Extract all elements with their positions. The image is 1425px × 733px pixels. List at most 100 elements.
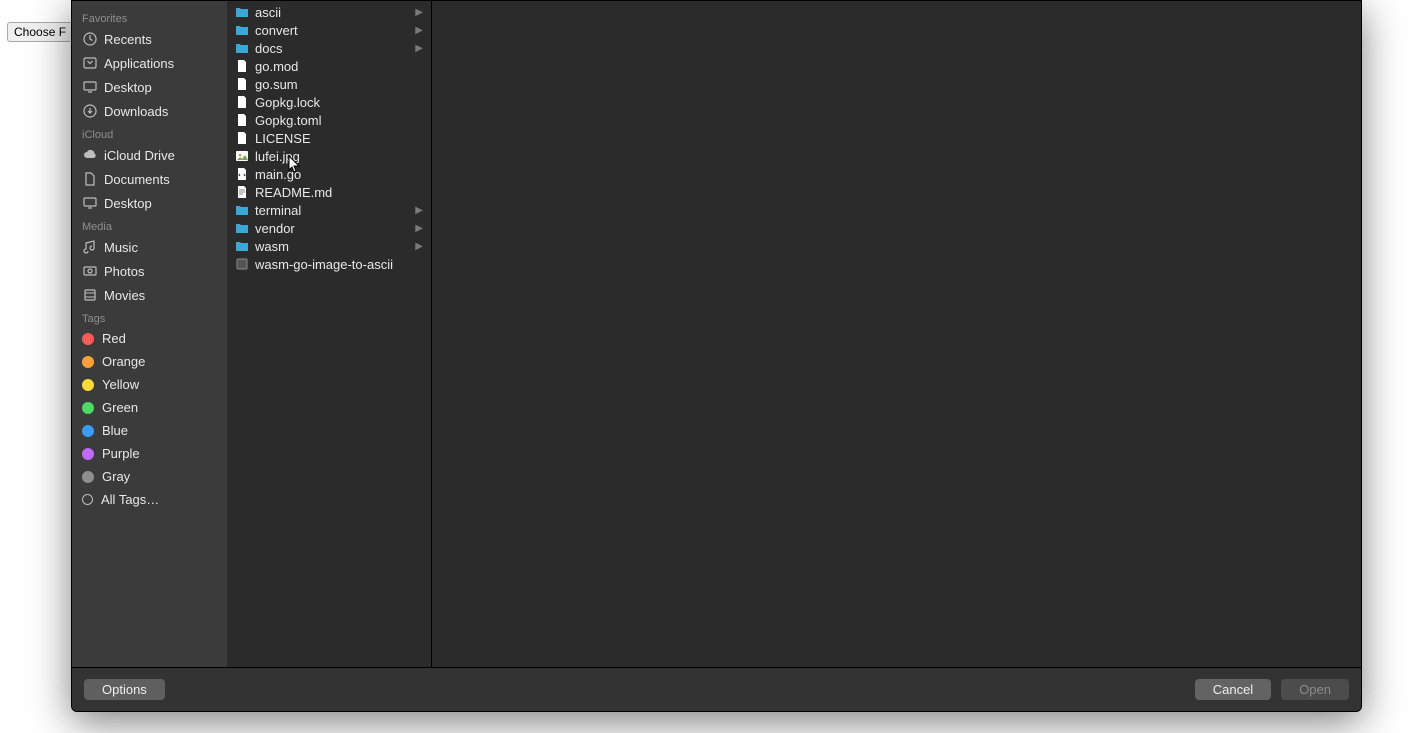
sidebar-item-movies[interactable]: Movies [72,283,227,307]
sidebar-item-label: Orange [102,354,145,369]
file-row[interactable]: terminal▶ [227,201,431,219]
clock-icon [82,31,98,47]
file-name-label: terminal [255,203,409,218]
sidebar-tag-red[interactable]: Red [72,327,227,350]
file-row[interactable]: lufei.jpg [227,147,431,165]
file-name-label: wasm [255,239,409,254]
chevron-right-icon: ▶ [415,25,423,36]
sidebar-header-icloud: iCloud [72,123,227,143]
tag-dot-icon [82,471,94,483]
sidebar-item-documents[interactable]: Documents [72,167,227,191]
chevron-right-icon: ▶ [415,7,423,18]
file-column[interactable]: ascii ▶ convert ▶ docs ▶ go.mod go.sum Gopkg.loc… [227,1,432,667]
sidebar-tag-green[interactable]: Green [72,396,227,419]
sidebar-item-label: All Tags… [101,492,159,507]
downloads-icon [82,103,98,119]
sidebar-item-photos[interactable]: Photos [72,259,227,283]
sidebar-item-music[interactable]: Music [72,235,227,259]
sidebar-item-icloud-drive[interactable]: iCloud Drive [72,143,227,167]
file-row[interactable]: LICENSE [227,129,431,147]
exec-icon [235,257,249,271]
documents-icon [82,171,98,187]
file-row[interactable]: convert ▶ [227,21,431,39]
sidebar-item-downloads[interactable]: Downloads [72,99,227,123]
file-row[interactable]: wasm-go-image-to-ascii [227,255,431,273]
file-row[interactable]: README.md [227,183,431,201]
tag-dot-icon [82,356,94,368]
sidebar-item-label: Photos [104,264,144,279]
tag-dot-icon [82,425,94,437]
cloud-icon [82,147,98,163]
sidebar-item-desktop-icloud[interactable]: Desktop [72,191,227,215]
file-name-label: main.go [255,167,423,182]
sidebar-item-desktop[interactable]: Desktop [72,75,227,99]
sidebar-tag-yellow[interactable]: Yellow [72,373,227,396]
folder-icon [235,221,249,235]
chevron-right-icon: ▶ [415,43,423,54]
file-icon [235,77,249,91]
sidebar-item-all-tags[interactable]: All Tags… [72,488,227,511]
folder-icon [235,239,249,253]
file-open-dialog: Favorites Recents Applications Desktop [71,0,1362,712]
sidebar: Favorites Recents Applications Desktop [72,1,227,667]
all-tags-icon [82,494,93,505]
tag-dot-icon [82,333,94,345]
file-name-label: docs [255,41,409,56]
sidebar-item-applications[interactable]: Applications [72,51,227,75]
file-row[interactable]: vendor▶ [227,219,431,237]
camera-icon [82,263,98,279]
file-name-label: convert [255,23,409,38]
preview-pane [432,1,1361,667]
image-icon [235,149,249,163]
sidebar-tag-gray[interactable]: Gray [72,465,227,488]
open-button[interactable]: Open [1281,679,1349,700]
sidebar-item-label: Green [102,400,138,415]
file-name-label: ascii [255,5,409,20]
code-icon [235,167,249,181]
sidebar-item-label: Movies [104,288,145,303]
sidebar-tag-purple[interactable]: Purple [72,442,227,465]
applications-icon [82,55,98,71]
tag-dot-icon [82,448,94,460]
file-name-label: wasm-go-image-to-ascii [255,257,423,272]
sidebar-item-recents[interactable]: Recents [72,27,227,51]
cancel-button[interactable]: Cancel [1195,679,1271,700]
file-icon [235,95,249,109]
music-icon [82,239,98,255]
file-row[interactable]: docs ▶ [227,39,431,57]
file-name-label: go.sum [255,77,423,92]
folder-icon [235,41,249,55]
sidebar-item-label: Red [102,331,126,346]
file-icon [235,59,249,73]
file-icon [235,131,249,145]
file-row[interactable]: go.mod [227,57,431,75]
tag-dot-icon [82,379,94,391]
file-name-label: Gopkg.lock [255,95,423,110]
tag-dot-icon [82,402,94,414]
sidebar-tag-orange[interactable]: Orange [72,350,227,373]
dialog-footer: Options Cancel Open [72,667,1361,711]
sidebar-item-label: Applications [104,56,174,71]
sidebar-header-media: Media [72,215,227,235]
file-name-label: lufei.jpg [255,149,423,164]
desktop-icon [82,195,98,211]
options-button[interactable]: Options [84,679,165,700]
sidebar-item-label: Music [104,240,138,255]
file-row[interactable]: go.sum [227,75,431,93]
sidebar-item-label: Recents [104,32,152,47]
file-name-label: README.md [255,185,423,200]
folder-icon [235,23,249,37]
choose-file-button[interactable]: Choose F [7,22,73,42]
sidebar-header-tags: Tags [72,307,227,327]
file-row[interactable]: wasm ▶ [227,237,431,255]
file-row[interactable]: Gopkg.toml [227,111,431,129]
sidebar-tag-blue[interactable]: Blue [72,419,227,442]
dialog-body: Favorites Recents Applications Desktop [72,1,1361,667]
sidebar-item-label: Yellow [102,377,139,392]
chevron-right-icon: ▶ [415,241,423,252]
sidebar-item-label: Blue [102,423,128,438]
file-row[interactable]: Gopkg.lock [227,93,431,111]
file-row[interactable]: main.go [227,165,431,183]
file-name-label: Gopkg.toml [255,113,423,128]
file-row[interactable]: ascii ▶ [227,3,431,21]
